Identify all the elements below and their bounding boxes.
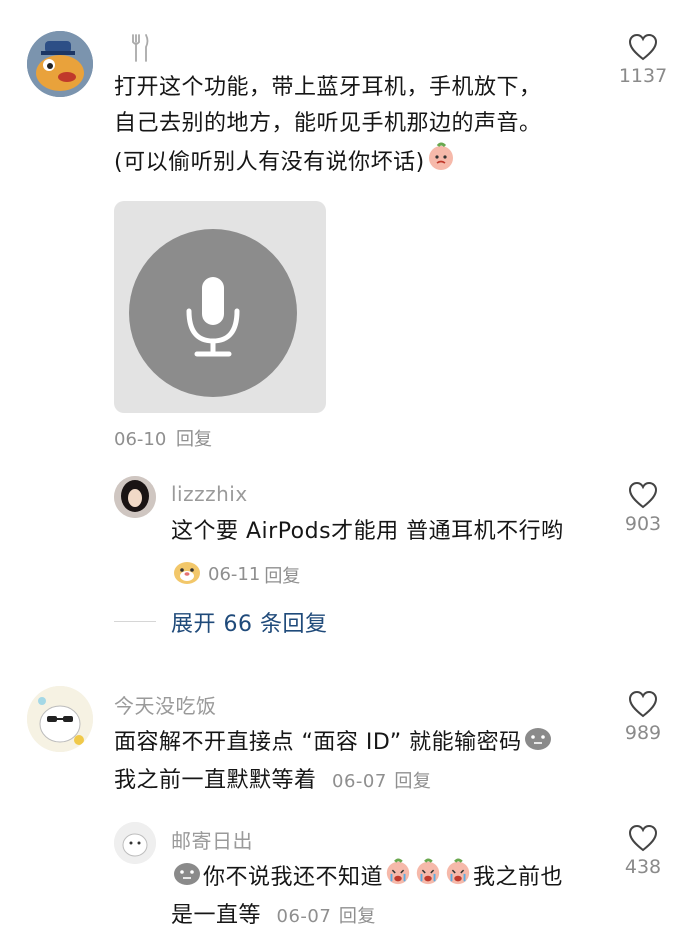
girl-portrait-avatar-icon xyxy=(114,476,156,518)
rock-emoji-icon xyxy=(523,723,553,763)
crying-peach-emoji-icon xyxy=(384,858,412,898)
reply-button[interactable]: 回复 xyxy=(394,771,431,792)
like-group: 1137 xyxy=(607,33,679,87)
heart-icon[interactable] xyxy=(628,824,658,852)
reply-line: 你不说我还不知道 我之前也 xyxy=(171,858,611,898)
heart-icon[interactable] xyxy=(628,481,658,509)
like-count: 989 xyxy=(624,722,662,744)
comment-line: (可以偷听别人有没有说你坏话) xyxy=(114,142,614,184)
reply-meta: 06-11 回复 xyxy=(171,558,300,591)
comment-date: 06-07 xyxy=(332,771,387,792)
like-group: 989 xyxy=(607,690,679,744)
microphone-icon xyxy=(186,277,240,357)
avatar[interactable] xyxy=(114,822,156,864)
reply-line-text: 我之前也 xyxy=(473,865,564,890)
avatar[interactable] xyxy=(114,476,156,518)
crying-peach-emoji-icon xyxy=(414,858,442,898)
like-count: 903 xyxy=(624,513,662,535)
expand-replies-link[interactable]: 展开 66 条回复 xyxy=(171,606,327,638)
like-count: 438 xyxy=(624,856,662,878)
crying-peach-emoji-icon xyxy=(426,142,456,184)
reply-text: 这个要 AirPods才能用 普通耳机不行哟 xyxy=(171,519,564,544)
avatar[interactable] xyxy=(27,31,93,97)
comment-line: 我之前一直默默等着 06-07 回复 xyxy=(114,763,614,800)
like-group: 438 xyxy=(607,824,679,878)
reply-button[interactable]: 回复 xyxy=(339,906,376,927)
rock-emoji-icon xyxy=(172,858,202,898)
like-count: 1137 xyxy=(618,65,668,87)
comment-line-text: (可以偷听别人有没有说你坏话) xyxy=(114,150,425,175)
comment-line: 打开这个功能，带上蓝牙耳机，手机放下， xyxy=(114,75,542,100)
comment-text: 面容解不开直接点 “面容 ID” 就能输密码 我之前一直默默等着 06-07 回… xyxy=(114,723,614,800)
username[interactable]: 邮寄日出 xyxy=(171,825,253,854)
reply-line: 是一直等 06-07 回复 xyxy=(171,898,611,935)
fork-knife-icon xyxy=(128,33,152,67)
microphone-circle xyxy=(129,229,297,397)
comment-image[interactable] xyxy=(114,201,326,413)
cartoon-dog-avatar-icon xyxy=(114,822,156,864)
crying-peach-emoji-icon xyxy=(444,858,472,898)
comment-line: 自己去别的地方，能听见手机那边的声音。 xyxy=(114,111,542,136)
puppy-emoji-icon xyxy=(172,558,202,591)
reply-line-text: 是一直等 xyxy=(171,903,262,928)
expand-divider xyxy=(114,621,156,622)
comment-line-text: 我之前一直默默等着 xyxy=(114,768,317,793)
reply-date: 06-11 xyxy=(208,564,261,585)
cartoon-cat-sunglasses-avatar-icon xyxy=(27,686,93,752)
reply-text: 你不说我还不知道 我之前也 是一直等 06-07 回复 xyxy=(171,858,611,935)
comment-meta: 06-10 回复 xyxy=(114,425,212,451)
reply-line-text: 你不说我还不知道 xyxy=(203,865,384,890)
reply-button[interactable]: 回复 xyxy=(264,562,300,588)
comment-line: 面容解不开直接点 “面容 ID” 就能输密码 xyxy=(114,723,614,763)
comment-text: 打开这个功能，带上蓝牙耳机，手机放下， 自己去别的地方，能听见手机那边的声音。 … xyxy=(114,70,614,184)
heart-icon[interactable] xyxy=(628,690,658,718)
reply-button[interactable]: 回复 xyxy=(176,429,212,450)
reply-date: 06-07 xyxy=(276,906,332,927)
like-group: 903 xyxy=(607,481,679,535)
username[interactable]: lizzzhix xyxy=(171,482,248,506)
heart-icon[interactable] xyxy=(628,33,658,61)
cartoon-fish-avatar-icon xyxy=(27,31,93,97)
username[interactable]: 今天没吃饭 xyxy=(114,690,217,719)
comment-date: 06-10 xyxy=(114,429,167,450)
avatar[interactable] xyxy=(27,686,93,752)
comment-line-text: 面容解不开直接点 “面容 ID” 就能输密码 xyxy=(114,730,522,755)
